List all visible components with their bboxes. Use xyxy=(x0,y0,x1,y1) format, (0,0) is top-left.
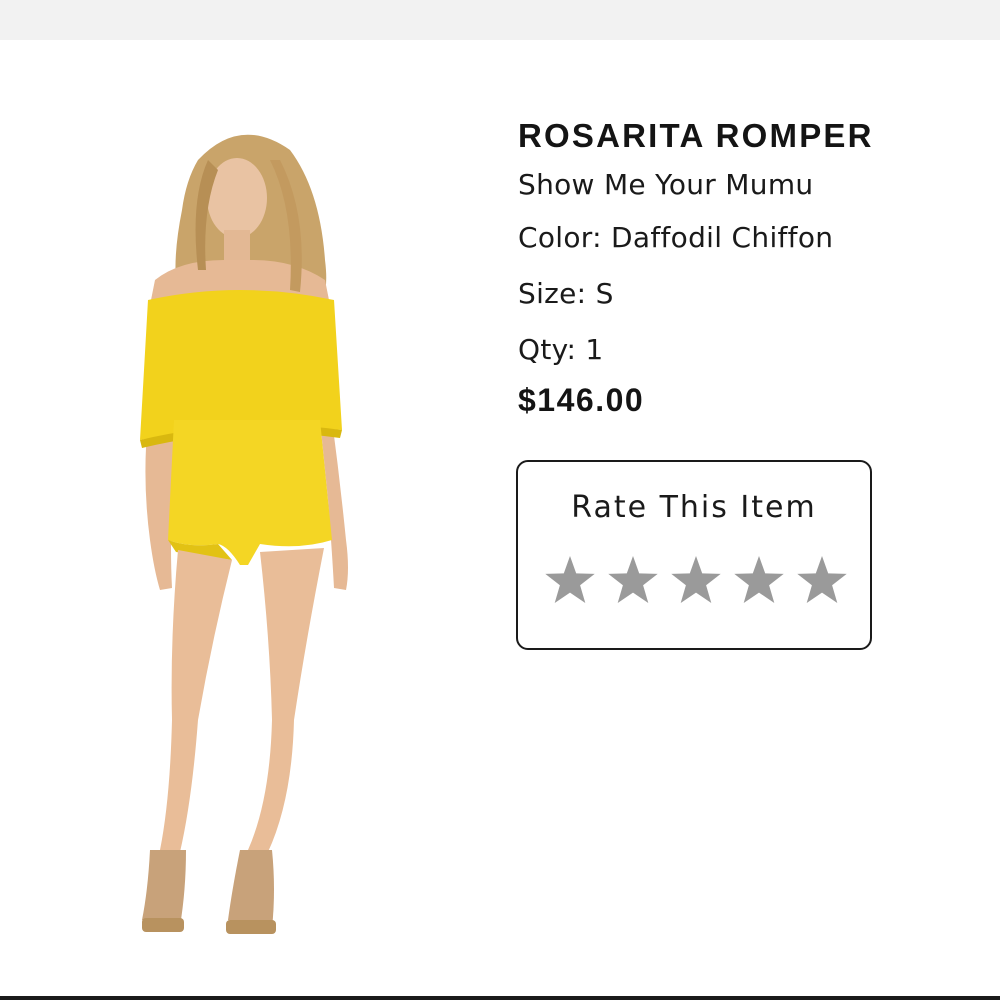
product-details: ROSARITA ROMPER Show Me Your Mumu Color:… xyxy=(518,114,978,422)
top-bar xyxy=(0,0,1000,40)
product-price: $146.00 xyxy=(518,382,645,418)
product-quantity: Qty: 1 xyxy=(518,333,604,366)
product-color: Color: Daffodil Chiffon xyxy=(518,221,834,254)
rate-item-card: Rate This Item xyxy=(516,460,872,650)
product-brand: Show Me Your Mumu xyxy=(518,168,814,201)
star-5-icon[interactable] xyxy=(796,554,848,606)
product-size: Size: S xyxy=(518,277,614,310)
product-title: ROSARITA ROMPER xyxy=(518,117,874,154)
product-image xyxy=(120,120,380,970)
star-2-icon[interactable] xyxy=(607,554,659,606)
bottom-divider xyxy=(0,996,1000,1000)
star-4-icon[interactable] xyxy=(733,554,785,606)
star-3-icon[interactable] xyxy=(670,554,722,606)
product-review-page: ROSARITA ROMPER Show Me Your Mumu Color:… xyxy=(0,0,1000,1000)
rate-item-label: Rate This Item xyxy=(571,490,817,525)
star-rating xyxy=(544,554,848,606)
star-1-icon[interactable] xyxy=(544,554,596,606)
